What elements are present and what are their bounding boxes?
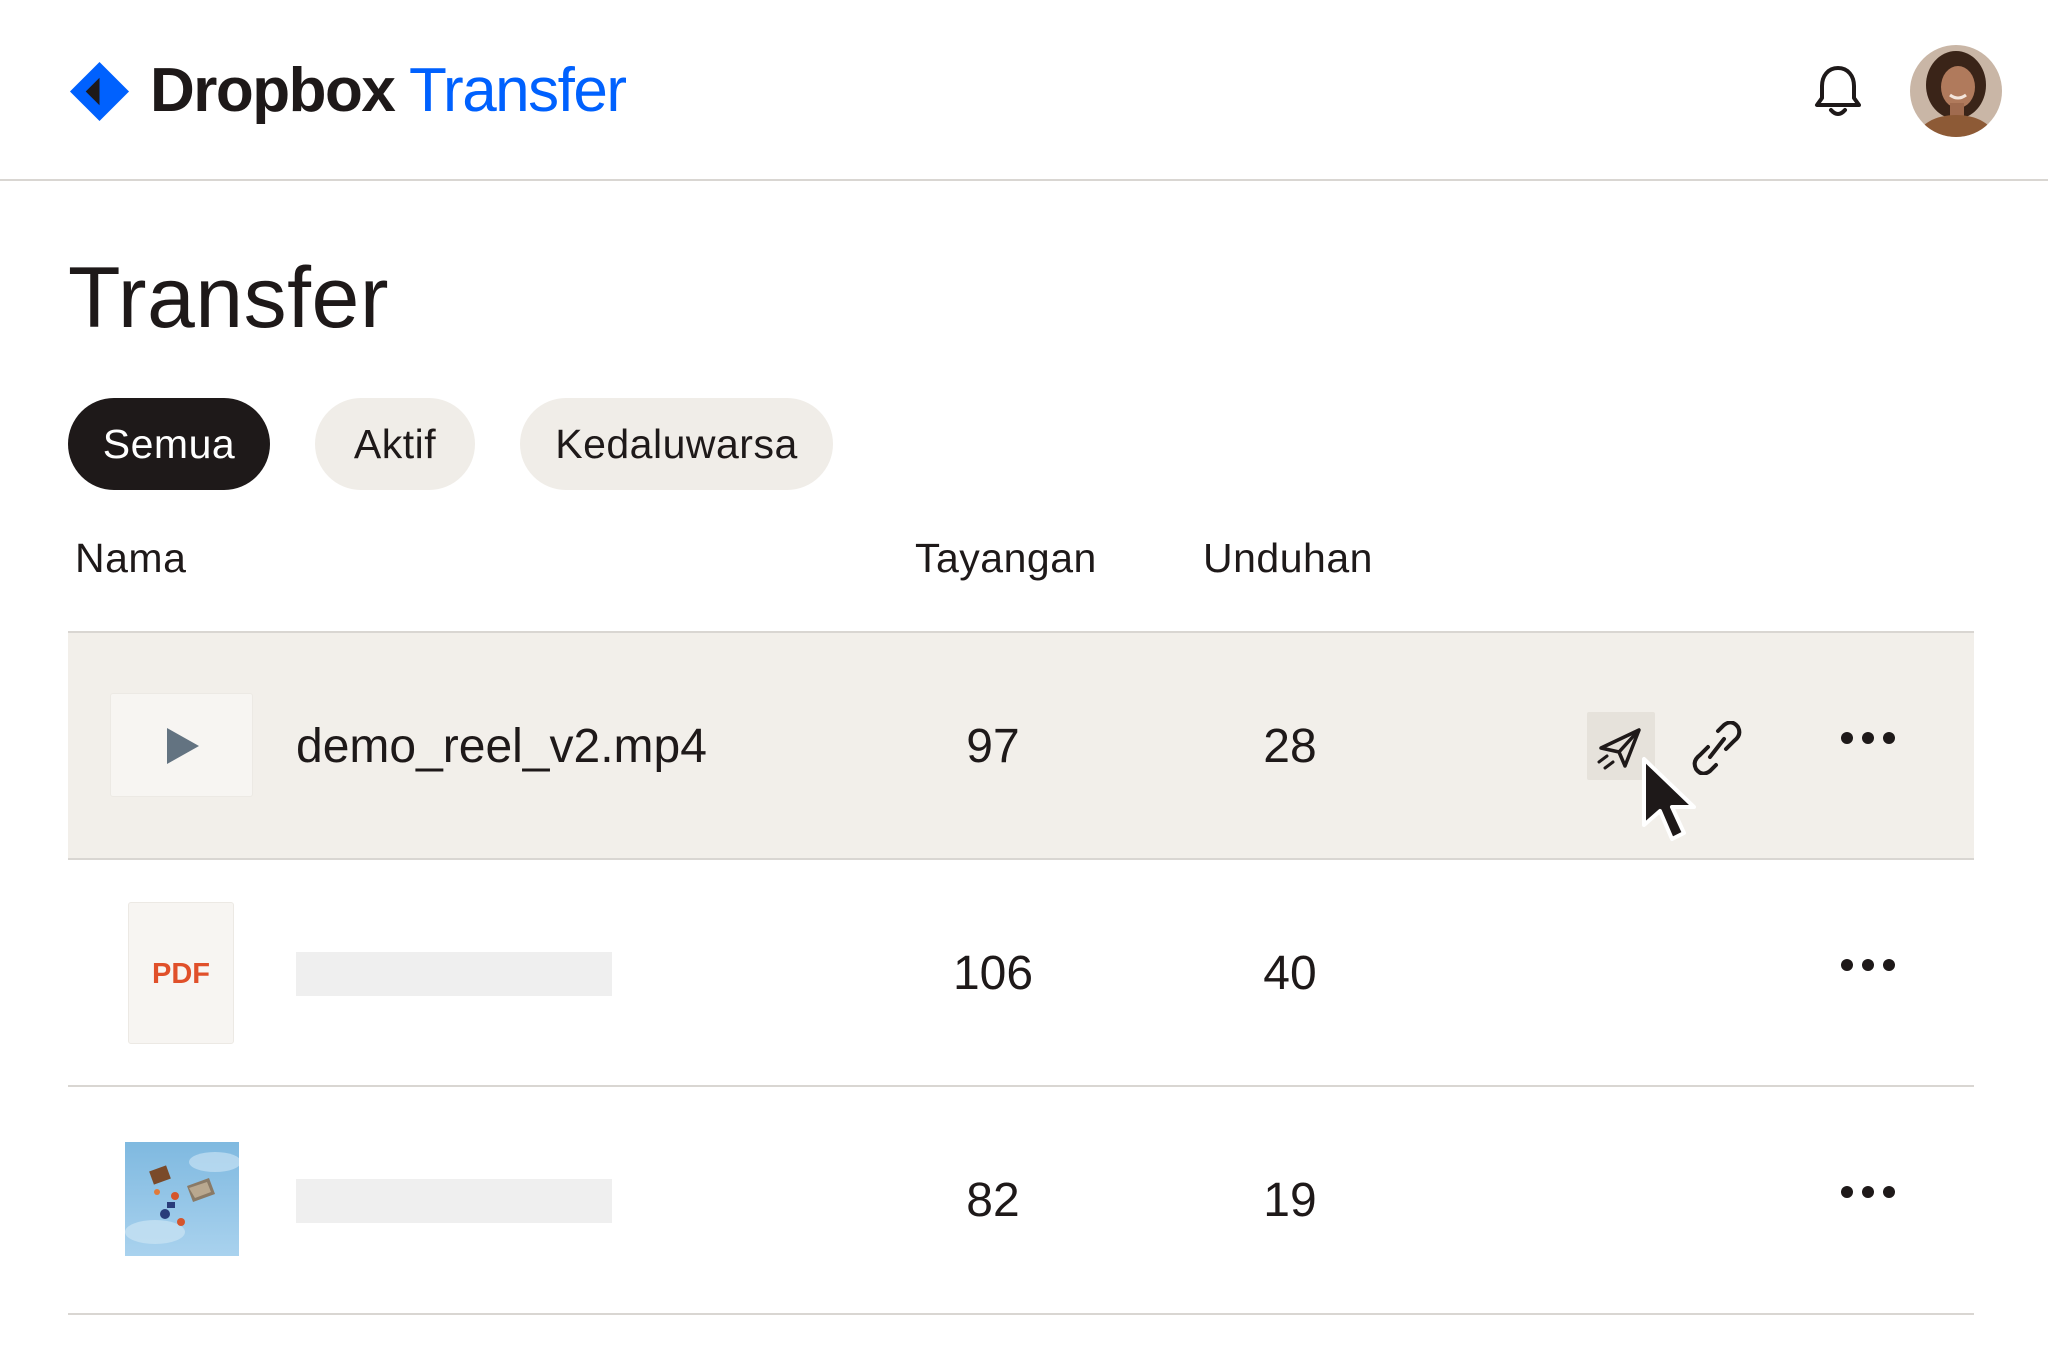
more-options-button[interactable] [1838,723,1898,753]
more-icon [1841,1186,1895,1198]
page-title: Transfer [68,250,389,346]
views-count: 106 [952,947,1034,1000]
logo-transfer-word: Transfer [408,56,627,125]
pdf-thumbnail: PDF [128,902,234,1044]
more-options-button[interactable] [1838,950,1898,980]
avatar-photo [1910,45,2002,137]
send-button[interactable] [1587,712,1655,780]
file-name[interactable]: demo_reel_v2.mp4 [296,717,707,777]
more-options-button[interactable] [1838,1177,1898,1207]
app-logo-text[interactable]: Dropbox Transfer [150,52,627,130]
file-name-placeholder [296,1179,612,1223]
table-bottom-divider [68,1313,1974,1315]
table-row[interactable]: 82 19 [68,1085,1974,1313]
link-icon [1692,720,1742,776]
copy-link-button[interactable] [1692,720,1742,776]
column-header-downloads[interactable]: Unduhan [1203,530,1373,586]
column-header-name[interactable]: Nama [75,530,186,586]
file-name-placeholder [296,952,612,996]
logo-dropbox-word: Dropbox [150,56,396,125]
views-count: 97 [966,720,1020,773]
downloads-count: 28 [1263,720,1317,773]
views-count: 82 [966,1174,1020,1227]
filter-chip-all[interactable]: Semua [68,398,270,490]
send-icon [1597,728,1641,770]
app-header: Dropbox Transfer [0,0,2048,181]
user-avatar[interactable] [1910,45,2002,137]
downloads-count: 19 [1263,1174,1317,1227]
column-header-views[interactable]: Tayangan [915,530,1097,586]
table-row[interactable]: PDF 106 40 [68,858,1974,1086]
filter-chip-expired[interactable]: Kedaluwarsa [520,398,833,490]
downloads-count: 40 [1263,947,1317,1000]
image-thumbnail-art [125,1142,239,1256]
more-icon [1841,959,1895,971]
dropbox-logo-icon [69,61,130,122]
video-thumbnail [110,693,253,797]
table-row[interactable]: demo_reel_v2.mp4 97 28 [68,631,1974,859]
image-thumbnail [125,1142,239,1256]
more-icon [1841,732,1895,744]
bell-icon[interactable] [1808,62,1868,122]
play-icon [167,728,199,764]
filter-chip-active[interactable]: Aktif [315,398,475,490]
